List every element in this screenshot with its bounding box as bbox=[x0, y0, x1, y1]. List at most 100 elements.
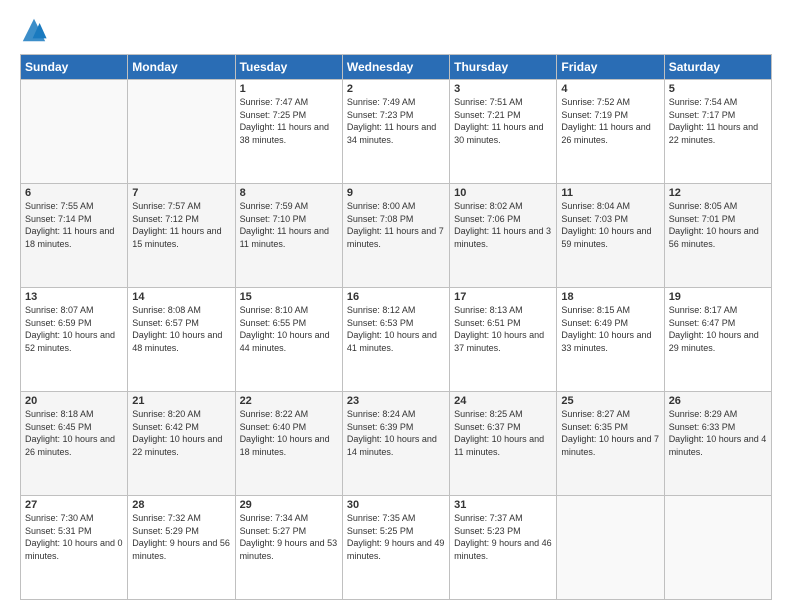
calendar-cell: 11Sunrise: 8:04 AM Sunset: 7:03 PM Dayli… bbox=[557, 184, 664, 288]
day-number: 13 bbox=[25, 291, 123, 303]
day-info: Sunrise: 7:57 AM Sunset: 7:12 PM Dayligh… bbox=[132, 200, 230, 250]
calendar-cell: 12Sunrise: 8:05 AM Sunset: 7:01 PM Dayli… bbox=[664, 184, 771, 288]
day-info: Sunrise: 7:35 AM Sunset: 5:25 PM Dayligh… bbox=[347, 512, 445, 562]
calendar-cell: 25Sunrise: 8:27 AM Sunset: 6:35 PM Dayli… bbox=[557, 392, 664, 496]
weekday-header-tuesday: Tuesday bbox=[235, 55, 342, 80]
calendar-cell: 8Sunrise: 7:59 AM Sunset: 7:10 PM Daylig… bbox=[235, 184, 342, 288]
day-number: 9 bbox=[347, 187, 445, 199]
day-number: 23 bbox=[347, 395, 445, 407]
calendar-cell: 7Sunrise: 7:57 AM Sunset: 7:12 PM Daylig… bbox=[128, 184, 235, 288]
day-info: Sunrise: 7:32 AM Sunset: 5:29 PM Dayligh… bbox=[132, 512, 230, 562]
day-info: Sunrise: 7:59 AM Sunset: 7:10 PM Dayligh… bbox=[240, 200, 338, 250]
calendar-cell: 28Sunrise: 7:32 AM Sunset: 5:29 PM Dayli… bbox=[128, 496, 235, 600]
calendar-cell: 29Sunrise: 7:34 AM Sunset: 5:27 PM Dayli… bbox=[235, 496, 342, 600]
calendar-cell: 16Sunrise: 8:12 AM Sunset: 6:53 PM Dayli… bbox=[342, 288, 449, 392]
calendar-cell: 1Sunrise: 7:47 AM Sunset: 7:25 PM Daylig… bbox=[235, 80, 342, 184]
calendar-cell: 10Sunrise: 8:02 AM Sunset: 7:06 PM Dayli… bbox=[450, 184, 557, 288]
day-number: 16 bbox=[347, 291, 445, 303]
header bbox=[20, 16, 772, 44]
day-info: Sunrise: 8:15 AM Sunset: 6:49 PM Dayligh… bbox=[561, 304, 659, 354]
calendar-cell: 23Sunrise: 8:24 AM Sunset: 6:39 PM Dayli… bbox=[342, 392, 449, 496]
day-number: 22 bbox=[240, 395, 338, 407]
calendar-cell: 19Sunrise: 8:17 AM Sunset: 6:47 PM Dayli… bbox=[664, 288, 771, 392]
day-number: 31 bbox=[454, 499, 552, 511]
day-info: Sunrise: 7:49 AM Sunset: 7:23 PM Dayligh… bbox=[347, 96, 445, 146]
calendar-cell bbox=[128, 80, 235, 184]
calendar-cell: 30Sunrise: 7:35 AM Sunset: 5:25 PM Dayli… bbox=[342, 496, 449, 600]
logo bbox=[20, 16, 50, 44]
calendar-cell: 9Sunrise: 8:00 AM Sunset: 7:08 PM Daylig… bbox=[342, 184, 449, 288]
day-number: 24 bbox=[454, 395, 552, 407]
day-number: 11 bbox=[561, 187, 659, 199]
day-number: 30 bbox=[347, 499, 445, 511]
day-number: 2 bbox=[347, 83, 445, 95]
day-info: Sunrise: 8:08 AM Sunset: 6:57 PM Dayligh… bbox=[132, 304, 230, 354]
day-number: 27 bbox=[25, 499, 123, 511]
day-info: Sunrise: 8:17 AM Sunset: 6:47 PM Dayligh… bbox=[669, 304, 767, 354]
day-info: Sunrise: 7:51 AM Sunset: 7:21 PM Dayligh… bbox=[454, 96, 552, 146]
calendar-cell: 15Sunrise: 8:10 AM Sunset: 6:55 PM Dayli… bbox=[235, 288, 342, 392]
day-info: Sunrise: 8:05 AM Sunset: 7:01 PM Dayligh… bbox=[669, 200, 767, 250]
day-number: 1 bbox=[240, 83, 338, 95]
day-info: Sunrise: 7:34 AM Sunset: 5:27 PM Dayligh… bbox=[240, 512, 338, 562]
calendar-cell: 6Sunrise: 7:55 AM Sunset: 7:14 PM Daylig… bbox=[21, 184, 128, 288]
day-info: Sunrise: 8:12 AM Sunset: 6:53 PM Dayligh… bbox=[347, 304, 445, 354]
day-info: Sunrise: 7:37 AM Sunset: 5:23 PM Dayligh… bbox=[454, 512, 552, 562]
day-info: Sunrise: 7:55 AM Sunset: 7:14 PM Dayligh… bbox=[25, 200, 123, 250]
day-number: 3 bbox=[454, 83, 552, 95]
day-info: Sunrise: 7:47 AM Sunset: 7:25 PM Dayligh… bbox=[240, 96, 338, 146]
weekday-header-sunday: Sunday bbox=[21, 55, 128, 80]
calendar-table: SundayMondayTuesdayWednesdayThursdayFrid… bbox=[20, 54, 772, 600]
logo-icon bbox=[20, 16, 48, 44]
week-row-2: 6Sunrise: 7:55 AM Sunset: 7:14 PM Daylig… bbox=[21, 184, 772, 288]
day-number: 8 bbox=[240, 187, 338, 199]
calendar-cell: 3Sunrise: 7:51 AM Sunset: 7:21 PM Daylig… bbox=[450, 80, 557, 184]
calendar-cell: 5Sunrise: 7:54 AM Sunset: 7:17 PM Daylig… bbox=[664, 80, 771, 184]
day-number: 10 bbox=[454, 187, 552, 199]
calendar-cell: 24Sunrise: 8:25 AM Sunset: 6:37 PM Dayli… bbox=[450, 392, 557, 496]
day-info: Sunrise: 8:22 AM Sunset: 6:40 PM Dayligh… bbox=[240, 408, 338, 458]
day-number: 25 bbox=[561, 395, 659, 407]
day-number: 6 bbox=[25, 187, 123, 199]
weekday-header-wednesday: Wednesday bbox=[342, 55, 449, 80]
day-number: 29 bbox=[240, 499, 338, 511]
day-number: 4 bbox=[561, 83, 659, 95]
day-number: 20 bbox=[25, 395, 123, 407]
calendar-cell: 26Sunrise: 8:29 AM Sunset: 6:33 PM Dayli… bbox=[664, 392, 771, 496]
day-info: Sunrise: 7:52 AM Sunset: 7:19 PM Dayligh… bbox=[561, 96, 659, 146]
day-number: 17 bbox=[454, 291, 552, 303]
weekday-header-monday: Monday bbox=[128, 55, 235, 80]
week-row-4: 20Sunrise: 8:18 AM Sunset: 6:45 PM Dayli… bbox=[21, 392, 772, 496]
calendar-cell: 22Sunrise: 8:22 AM Sunset: 6:40 PM Dayli… bbox=[235, 392, 342, 496]
day-number: 5 bbox=[669, 83, 767, 95]
calendar-cell bbox=[664, 496, 771, 600]
day-info: Sunrise: 7:54 AM Sunset: 7:17 PM Dayligh… bbox=[669, 96, 767, 146]
day-number: 12 bbox=[669, 187, 767, 199]
day-number: 28 bbox=[132, 499, 230, 511]
calendar-cell bbox=[21, 80, 128, 184]
calendar-page: SundayMondayTuesdayWednesdayThursdayFrid… bbox=[0, 0, 792, 612]
week-row-5: 27Sunrise: 7:30 AM Sunset: 5:31 PM Dayli… bbox=[21, 496, 772, 600]
weekday-header-row: SundayMondayTuesdayWednesdayThursdayFrid… bbox=[21, 55, 772, 80]
day-info: Sunrise: 8:24 AM Sunset: 6:39 PM Dayligh… bbox=[347, 408, 445, 458]
day-info: Sunrise: 8:02 AM Sunset: 7:06 PM Dayligh… bbox=[454, 200, 552, 250]
calendar-cell: 21Sunrise: 8:20 AM Sunset: 6:42 PM Dayli… bbox=[128, 392, 235, 496]
day-number: 21 bbox=[132, 395, 230, 407]
day-info: Sunrise: 8:27 AM Sunset: 6:35 PM Dayligh… bbox=[561, 408, 659, 458]
calendar-cell: 13Sunrise: 8:07 AM Sunset: 6:59 PM Dayli… bbox=[21, 288, 128, 392]
day-number: 19 bbox=[669, 291, 767, 303]
day-info: Sunrise: 8:00 AM Sunset: 7:08 PM Dayligh… bbox=[347, 200, 445, 250]
day-info: Sunrise: 8:18 AM Sunset: 6:45 PM Dayligh… bbox=[25, 408, 123, 458]
calendar-cell bbox=[557, 496, 664, 600]
calendar-cell: 31Sunrise: 7:37 AM Sunset: 5:23 PM Dayli… bbox=[450, 496, 557, 600]
week-row-1: 1Sunrise: 7:47 AM Sunset: 7:25 PM Daylig… bbox=[21, 80, 772, 184]
week-row-3: 13Sunrise: 8:07 AM Sunset: 6:59 PM Dayli… bbox=[21, 288, 772, 392]
day-number: 18 bbox=[561, 291, 659, 303]
day-number: 14 bbox=[132, 291, 230, 303]
calendar-cell: 18Sunrise: 8:15 AM Sunset: 6:49 PM Dayli… bbox=[557, 288, 664, 392]
day-number: 15 bbox=[240, 291, 338, 303]
weekday-header-thursday: Thursday bbox=[450, 55, 557, 80]
day-number: 26 bbox=[669, 395, 767, 407]
day-info: Sunrise: 8:07 AM Sunset: 6:59 PM Dayligh… bbox=[25, 304, 123, 354]
calendar-cell: 4Sunrise: 7:52 AM Sunset: 7:19 PM Daylig… bbox=[557, 80, 664, 184]
